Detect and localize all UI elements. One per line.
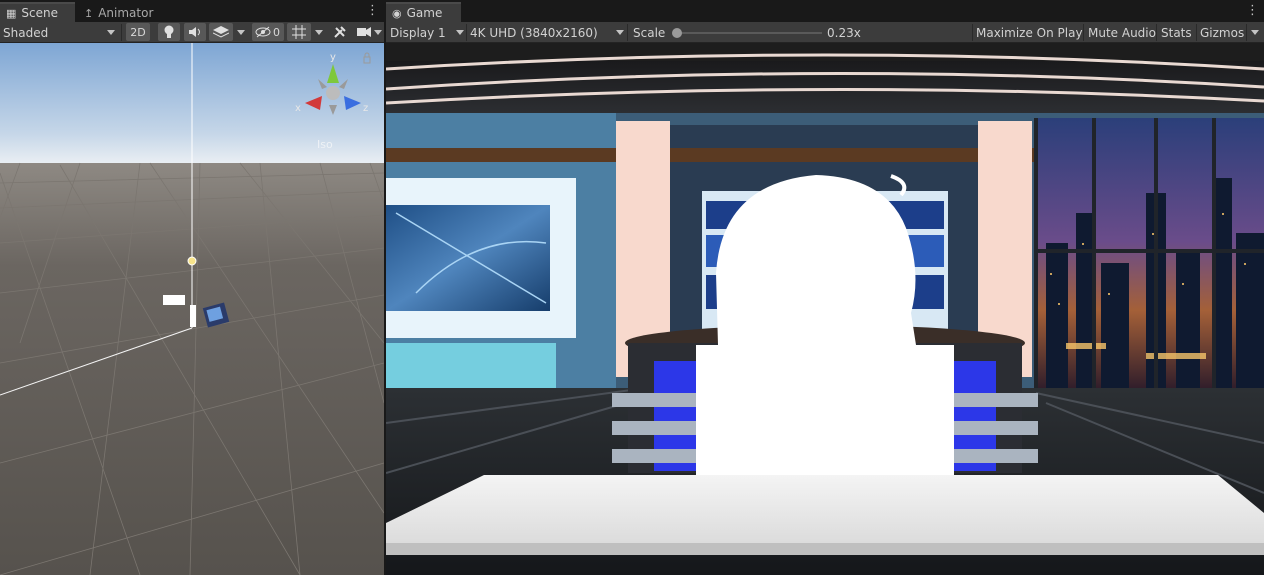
draw-mode-label: Shaded bbox=[3, 25, 49, 40]
eye-slash-icon bbox=[255, 26, 271, 38]
stats-toggle[interactable]: Stats bbox=[1161, 23, 1192, 42]
tab-animator[interactable]: ↥ Animator bbox=[78, 2, 164, 22]
camera-icon bbox=[357, 27, 371, 37]
layers-icon bbox=[213, 26, 229, 38]
toggle-2d-button[interactable]: 2D bbox=[126, 23, 150, 41]
effects-chevron-down-icon[interactable] bbox=[234, 23, 248, 41]
unity-editor: ▦ Scene ↥ Animator ⋮ Shaded 2D 0 y x z I… bbox=[0, 0, 1264, 575]
toolbar-divider bbox=[121, 24, 122, 41]
toolbar-divider bbox=[466, 24, 467, 41]
gamepad-icon: ◉ bbox=[392, 6, 402, 20]
game-viewport[interactable] bbox=[386, 43, 1264, 575]
game-tabbar: ◉ Game ⋮ bbox=[386, 0, 1264, 22]
game-menu-kebab-icon[interactable]: ⋮ bbox=[1246, 4, 1259, 18]
toolbar-divider bbox=[972, 24, 973, 41]
light-gizmo-icon[interactable] bbox=[187, 256, 197, 266]
gizmo-z-label: z bbox=[363, 103, 368, 114]
grid-icon: ▦ bbox=[6, 6, 17, 20]
toolbar-divider bbox=[1196, 24, 1197, 41]
scene-canvas: y x z Iso bbox=[0, 43, 384, 575]
hidden-objects-toggle[interactable]: 0 bbox=[252, 23, 284, 41]
audio-toggle-button[interactable] bbox=[184, 23, 206, 41]
toolbar-divider bbox=[627, 24, 628, 41]
lighting-toggle-button[interactable] bbox=[158, 23, 180, 41]
tab-scene[interactable]: ▦ Scene bbox=[0, 2, 75, 22]
chevron-down-icon bbox=[107, 30, 115, 35]
grid-snap-icon bbox=[292, 25, 306, 39]
effects-dropdown-button[interactable] bbox=[209, 23, 233, 41]
toolbar-divider bbox=[1246, 24, 1247, 41]
chevron-down-icon bbox=[456, 30, 464, 35]
tools-button[interactable] bbox=[330, 23, 350, 41]
chevron-down-icon bbox=[616, 30, 624, 35]
mute-audio-toggle[interactable]: Mute Audio bbox=[1088, 23, 1156, 42]
hidden-objects-count: 0 bbox=[273, 25, 280, 39]
tab-scene-label: Scene bbox=[21, 6, 58, 20]
scale-value: 0.23x bbox=[827, 25, 861, 40]
scale-slider-thumb[interactable] bbox=[672, 28, 682, 38]
gizmos-toggle[interactable]: Gizmos bbox=[1200, 23, 1244, 42]
resolution-dropdown[interactable]: 4K UHD (3840x2160) bbox=[470, 23, 626, 42]
game-render bbox=[386, 43, 1264, 575]
gizmo-x-label: x bbox=[295, 103, 301, 114]
gizmos-chevron-down-icon[interactable] bbox=[1248, 23, 1262, 41]
wood-beam bbox=[386, 148, 1036, 162]
camera-button[interactable] bbox=[354, 23, 374, 41]
scene-toolbar: Shaded 2D 0 bbox=[0, 22, 384, 43]
draw-mode-dropdown[interactable]: Shaded bbox=[3, 23, 118, 42]
speaker-icon bbox=[189, 27, 200, 37]
tab-game-label: Game bbox=[406, 6, 443, 20]
front-desk bbox=[386, 475, 1264, 543]
gizmo-y-label: y bbox=[330, 52, 336, 63]
scale-slider[interactable] bbox=[672, 23, 822, 42]
display-label: Display 1 bbox=[390, 25, 446, 40]
animator-icon: ↥ bbox=[84, 6, 94, 20]
lightbulb-icon bbox=[164, 25, 174, 38]
scale-slider-track bbox=[676, 32, 822, 34]
toggle-2d-label: 2D bbox=[130, 25, 146, 39]
toolbar-divider bbox=[1156, 24, 1157, 41]
scene-viewport[interactable]: y x z Iso bbox=[0, 43, 384, 575]
scene-tabbar: ▦ Scene ↥ Animator ⋮ bbox=[0, 0, 384, 22]
camera-chevron-down-icon[interactable] bbox=[372, 23, 384, 41]
toolbar-divider bbox=[1083, 24, 1084, 41]
display-dropdown[interactable]: Display 1 bbox=[390, 23, 466, 42]
game-toolbar: Display 1 4K UHD (3840x2160) Scale 0.23x… bbox=[386, 22, 1264, 43]
tab-game[interactable]: ◉ Game bbox=[386, 2, 461, 22]
projection-label[interactable]: Iso bbox=[317, 138, 333, 151]
grid-chevron-down-icon[interactable] bbox=[312, 23, 326, 41]
resolution-label: 4K UHD (3840x2160) bbox=[470, 25, 598, 40]
scale-label: Scale bbox=[633, 25, 666, 40]
scene-menu-kebab-icon[interactable]: ⋮ bbox=[366, 4, 379, 18]
grid-snap-button[interactable] bbox=[287, 23, 311, 41]
maximize-on-play-toggle[interactable]: Maximize On Play bbox=[976, 23, 1083, 42]
wrench-icon bbox=[334, 26, 346, 38]
tab-animator-label: Animator bbox=[98, 6, 154, 20]
